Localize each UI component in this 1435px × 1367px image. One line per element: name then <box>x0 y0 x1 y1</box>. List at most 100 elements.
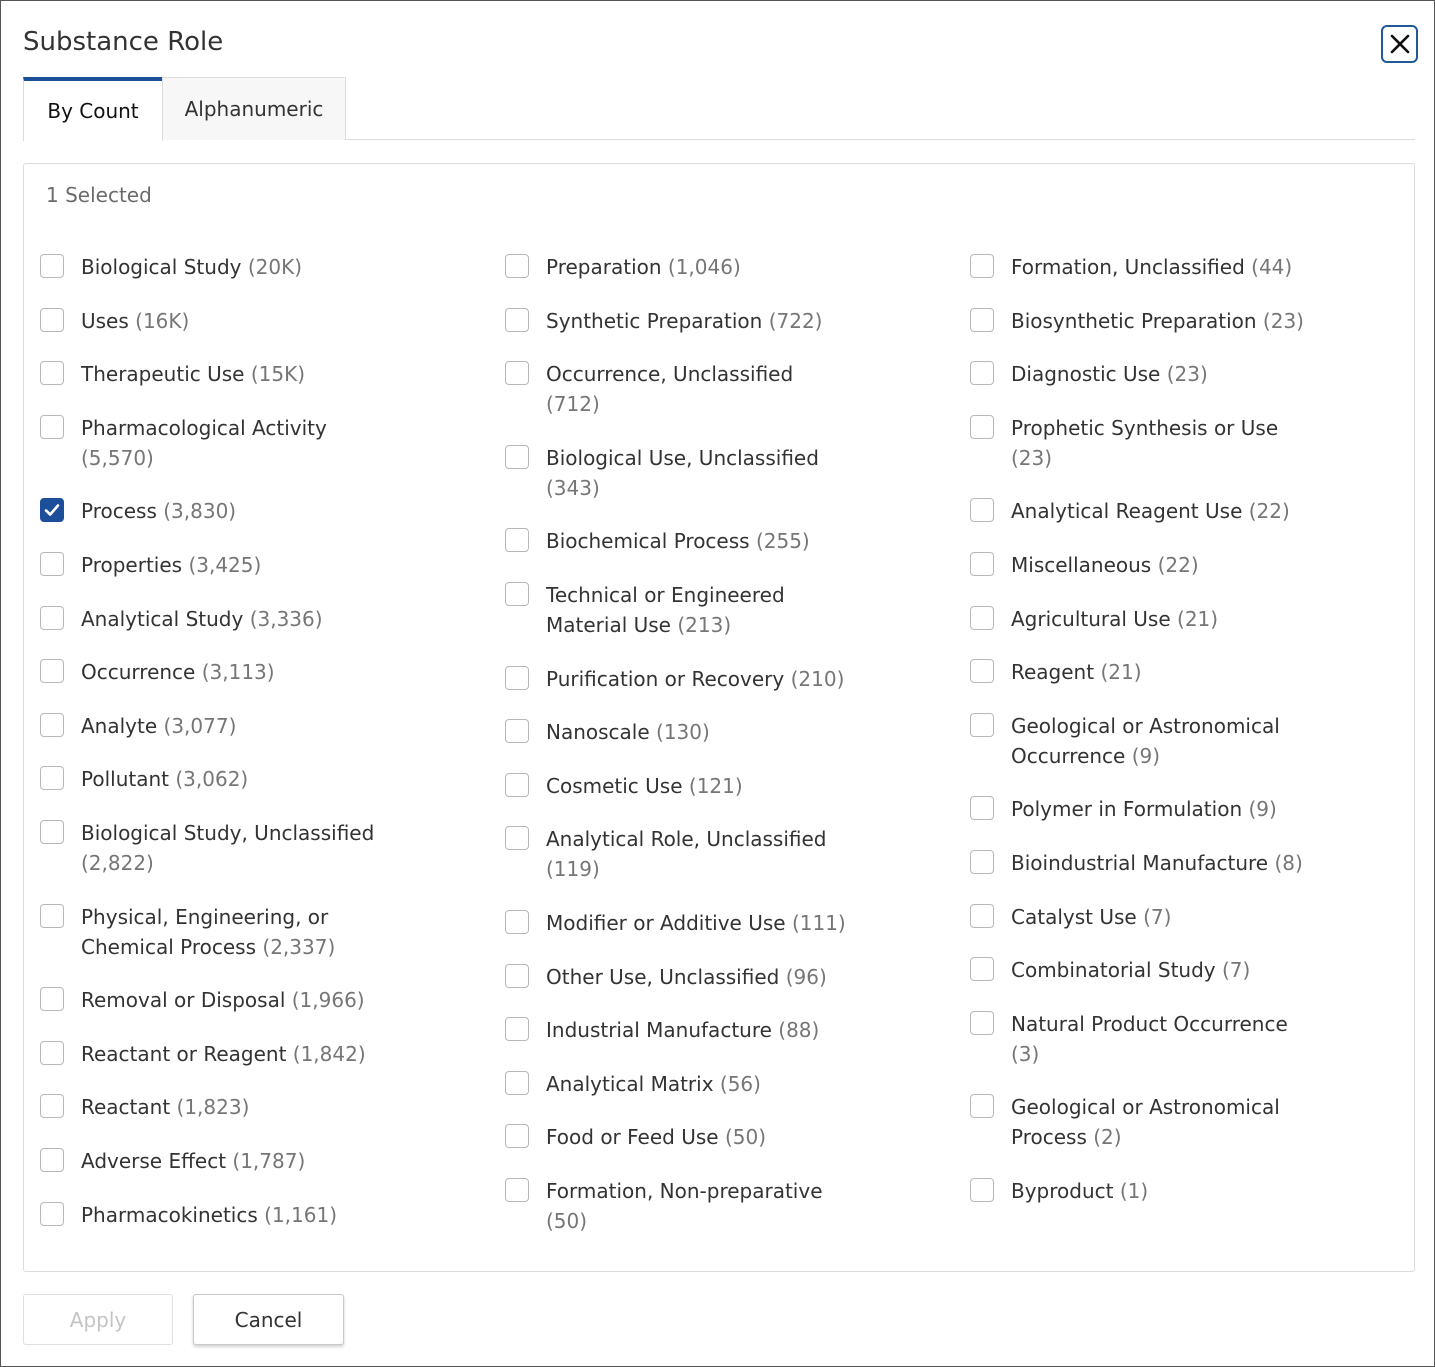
checkbox[interactable] <box>40 1147 64 1172</box>
checkbox[interactable] <box>505 307 529 332</box>
role-option[interactable]: Food or Feed Use (50) <box>505 1122 935 1152</box>
role-option[interactable]: Pharmacokinetics (1,161) <box>40 1200 470 1230</box>
role-option[interactable]: Formation, Unclassified (44) <box>970 252 1400 282</box>
checkbox[interactable] <box>970 1010 994 1035</box>
checkbox[interactable] <box>40 551 64 576</box>
role-option[interactable]: Bioindustrial Manufacture (8) <box>970 848 1400 878</box>
role-option[interactable]: Physical, Engineering, or Chemical Proce… <box>40 902 470 962</box>
checkbox[interactable] <box>40 1040 64 1065</box>
role-option[interactable]: Analytical Study (3,336) <box>40 604 470 634</box>
role-option[interactable]: Natural Product Occurrence (3) <box>970 1009 1400 1069</box>
checkbox[interactable] <box>40 361 64 386</box>
role-option[interactable]: Biological Use, Unclassified (343) <box>505 443 935 503</box>
checkbox[interactable] <box>505 909 529 934</box>
apply-button[interactable]: Apply <box>23 1294 173 1345</box>
role-option[interactable]: Geological or Astronomical Process (2) <box>970 1092 1400 1152</box>
checkbox[interactable] <box>40 987 64 1012</box>
checkbox[interactable] <box>970 605 994 630</box>
checkbox[interactable] <box>505 1070 529 1095</box>
checkbox[interactable] <box>40 605 64 630</box>
checkbox[interactable] <box>970 849 994 874</box>
tab-by-count[interactable]: By Count <box>23 77 163 141</box>
role-option[interactable]: Synthetic Preparation (722) <box>505 306 935 336</box>
role-option[interactable]: Catalyst Use (7) <box>970 902 1400 932</box>
role-option[interactable]: Byproduct (1) <box>970 1176 1400 1206</box>
role-option[interactable]: Prophetic Synthesis or Use (23) <box>970 413 1400 473</box>
checkbox[interactable] <box>970 903 994 928</box>
checkbox[interactable] <box>40 659 64 684</box>
checkbox[interactable] <box>505 1177 529 1202</box>
checkbox-checked[interactable] <box>40 498 64 523</box>
checkbox[interactable] <box>970 414 994 439</box>
checkbox[interactable] <box>970 712 994 737</box>
role-option[interactable]: Industrial Manufacture (88) <box>505 1015 935 1045</box>
role-option[interactable]: Adverse Effect (1,787) <box>40 1146 470 1176</box>
role-option[interactable]: Analytical Reagent Use (22) <box>970 496 1400 526</box>
role-option[interactable]: Agricultural Use (21) <box>970 604 1400 634</box>
role-option[interactable]: Therapeutic Use (15K) <box>40 359 470 389</box>
role-option[interactable]: Other Use, Unclassified (96) <box>505 962 935 992</box>
role-option[interactable]: Analytical Role, Unclassified (119) <box>505 824 935 884</box>
role-option[interactable]: Geological or Astronomical Occurrence (9… <box>970 711 1400 771</box>
checkbox[interactable] <box>505 826 529 851</box>
role-option[interactable]: Reactant or Reagent (1,842) <box>40 1039 470 1069</box>
checkbox[interactable] <box>505 528 529 553</box>
checkbox[interactable] <box>40 1201 64 1226</box>
checkbox[interactable] <box>40 712 64 737</box>
role-option[interactable]: Pharmacological Activity (5,570) <box>40 413 470 473</box>
role-option[interactable]: Modifier or Additive Use (111) <box>505 908 935 938</box>
role-option[interactable]: Diagnostic Use (23) <box>970 359 1400 389</box>
role-option[interactable]: Miscellaneous (22) <box>970 550 1400 580</box>
tab-alphanumeric[interactable]: Alphanumeric <box>162 77 346 140</box>
role-option[interactable]: Biosynthetic Preparation (23) <box>970 306 1400 336</box>
role-option[interactable]: Polymer in Formulation (9) <box>970 794 1400 824</box>
role-option[interactable]: Nanoscale (130) <box>505 717 935 747</box>
role-option[interactable]: Formation, Non-preparative (50) <box>505 1176 935 1236</box>
checkbox[interactable] <box>970 957 994 982</box>
role-option[interactable]: Biochemical Process (255) <box>505 526 935 556</box>
role-option[interactable]: Purification or Recovery (210) <box>505 664 935 694</box>
checkbox[interactable] <box>970 307 994 332</box>
checkbox[interactable] <box>505 1124 529 1149</box>
role-option[interactable]: Properties (3,425) <box>40 550 470 580</box>
checkbox[interactable] <box>40 819 64 844</box>
role-option[interactable]: Uses (16K) <box>40 306 470 336</box>
checkbox[interactable] <box>505 581 529 606</box>
role-option[interactable]: Analytical Matrix (56) <box>505 1069 935 1099</box>
role-option[interactable]: Biological Study (20K) <box>40 252 470 282</box>
role-option[interactable]: Occurrence (3,113) <box>40 657 470 687</box>
checkbox[interactable] <box>505 361 529 386</box>
role-option[interactable]: Biological Study, Unclassified (2,822) <box>40 818 470 878</box>
checkbox[interactable] <box>970 659 994 684</box>
checkbox[interactable] <box>40 1094 64 1119</box>
checkbox[interactable] <box>40 766 64 791</box>
role-option[interactable]: Reactant (1,823) <box>40 1092 470 1122</box>
checkbox[interactable] <box>970 361 994 386</box>
checkbox[interactable] <box>505 1017 529 1042</box>
role-option[interactable]: Technical or Engineered Material Use (21… <box>505 580 935 640</box>
checkbox[interactable] <box>505 772 529 797</box>
checkbox[interactable] <box>40 254 64 278</box>
checkbox[interactable] <box>505 665 529 690</box>
checkbox[interactable] <box>970 551 994 576</box>
checkbox[interactable] <box>505 254 529 278</box>
checkbox[interactable] <box>970 796 994 821</box>
role-option[interactable]: Removal or Disposal (1,966) <box>40 985 470 1015</box>
cancel-button[interactable]: Cancel <box>193 1294 344 1345</box>
close-button[interactable] <box>1381 25 1418 63</box>
role-option[interactable]: Pollutant (3,062) <box>40 764 470 794</box>
checkbox[interactable] <box>40 414 64 439</box>
checkbox[interactable] <box>970 498 994 523</box>
role-option[interactable]: Occurrence, Unclassified (712) <box>505 359 935 419</box>
checkbox[interactable] <box>970 254 994 278</box>
role-option[interactable]: Process (3,830) <box>40 496 470 526</box>
role-option[interactable]: Cosmetic Use (121) <box>505 771 935 801</box>
checkbox[interactable] <box>40 307 64 332</box>
checkbox[interactable] <box>40 903 64 928</box>
checkbox[interactable] <box>505 719 529 744</box>
checkbox[interactable] <box>505 963 529 988</box>
role-option[interactable]: Combinatorial Study (7) <box>970 955 1400 985</box>
checkbox[interactable] <box>970 1177 994 1202</box>
role-option[interactable]: Analyte (3,077) <box>40 711 470 741</box>
checkbox[interactable] <box>505 444 529 469</box>
